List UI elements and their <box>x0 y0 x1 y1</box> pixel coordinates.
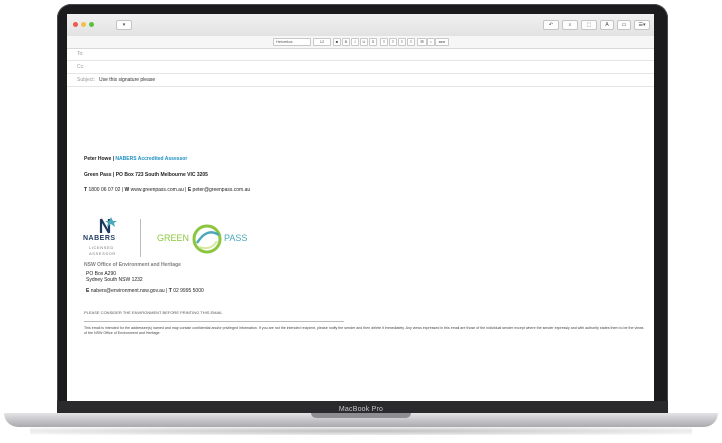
nsw-phone: 02 9995 5000 <box>173 288 204 294</box>
bold-button[interactable]: B <box>342 38 350 46</box>
zoom-window-button[interactable] <box>89 22 94 27</box>
signature-phone: 1800 06 07 02 <box>88 187 121 193</box>
logo-divider <box>140 219 141 257</box>
send-icon[interactable]: ▾ <box>116 20 132 30</box>
text-color-button[interactable]: ■ <box>333 38 341 46</box>
to-label: To: <box>77 51 84 57</box>
signature-web-link[interactable]: www.greenpass.com.au <box>131 187 184 193</box>
photo-browser-icon[interactable]: ▭ <box>617 20 631 30</box>
email-label: E <box>187 187 192 193</box>
window-toolbar: ▾ ↶ ⌕ ⬚ A ▭ ☰▾ <box>67 14 654 37</box>
more-menu-icon[interactable]: ☰▾ <box>634 20 650 30</box>
close-window-button[interactable] <box>73 22 78 27</box>
laptop-shadow <box>30 427 692 435</box>
minimize-window-button[interactable] <box>81 22 86 27</box>
reply-icon[interactable]: ↶ <box>543 20 559 30</box>
signature-contact-line: T 1800 06 07 02 | W www.greenpass.com.au… <box>84 187 251 193</box>
nabers-mark-icon <box>99 217 117 234</box>
nsw-phone-label: T <box>168 288 172 294</box>
nabers-logo: NABERS LICENSED ASSESSOR <box>83 215 131 261</box>
environment-note: PLEASE CONSIDER THE ENVIRONMENT BEFORE P… <box>84 310 223 315</box>
justify-button[interactable]: ≡ <box>407 38 415 46</box>
strikethrough-button[interactable]: S <box>369 38 377 46</box>
nsw-email-link[interactable]: nabers@environment.nsw.gov.au <box>91 288 165 294</box>
nabers-assessor: ASSESSOR <box>89 251 116 256</box>
nabers-licensed: LICENSED <box>89 245 114 250</box>
attach-icon[interactable]: ⌕ <box>562 20 578 30</box>
nsw-contact-line: E nabers@environment.nsw.gov.au | T 02 9… <box>86 288 204 294</box>
align-left-button[interactable]: ≡ <box>380 38 388 46</box>
greenpass-pass-text: PASS <box>224 233 248 243</box>
font-family-select[interactable]: Helvetica <box>273 38 311 46</box>
signature-address: PO Box 723 South Melbourne VIC 3205 <box>115 172 208 178</box>
web-label: W <box>124 187 130 193</box>
to-field[interactable]: To: <box>67 48 654 61</box>
nabers-word: NABERS <box>83 235 116 242</box>
underline-button[interactable]: U <box>360 38 368 46</box>
nsw-office: NSW Office of Environment and Heritage <box>84 262 181 268</box>
footer-divider <box>84 321 344 322</box>
laptop-brand-label: MacBook Pro <box>338 406 384 413</box>
signature-name-line: Peter Howe | NABERS Accredited Assessor <box>84 156 188 162</box>
nsw-email-label: E <box>86 288 90 294</box>
signature-org-line: Green Pass | PO Box 723 South Melbourne … <box>84 172 208 178</box>
indent-button[interactable]: ◂◂ ▸ <box>435 38 449 46</box>
subject-value[interactable]: Use this signature please <box>99 77 155 83</box>
mail-compose-window: ▾ ↶ ⌕ ⬚ A ▭ ☰▾ Helvetica 12 ■ B I U S ≡ … <box>67 14 654 401</box>
bullet-button[interactable]: • <box>427 38 435 46</box>
cc-field[interactable]: Cc: <box>67 61 654 74</box>
cc-label: Cc: <box>77 64 85 70</box>
header-fields-icon[interactable]: ⬚ <box>581 20 597 30</box>
format-text-icon[interactable]: A <box>600 20 614 30</box>
font-size-select[interactable]: 12 <box>313 38 331 46</box>
list-button[interactable]: ⊞ <box>417 38 427 46</box>
laptop-base-notch <box>311 413 411 418</box>
signature-role: NABERS Accredited Assessor <box>115 156 188 162</box>
italic-button[interactable]: I <box>351 38 359 46</box>
nsw-city: Sydney South NSW 1232 <box>86 277 143 283</box>
signature-org: Green Pass <box>84 172 112 178</box>
subject-field[interactable]: Subject: Use this signature please <box>67 74 654 87</box>
greenpass-swirl-icon <box>192 224 222 254</box>
greenpass-logo: GREEN PASS <box>155 223 255 255</box>
signature-email-link[interactable]: peter@greenpass.com.au <box>193 187 251 193</box>
email-disclaimer: This email is intended for the addressee… <box>84 326 644 335</box>
greenpass-green-text: GREEN <box>157 233 190 243</box>
align-center-button[interactable]: ≡ <box>389 38 397 46</box>
subject-label: Subject: <box>77 77 96 83</box>
signature-name: Peter Howe <box>84 156 112 162</box>
phone-label: T <box>84 187 88 193</box>
align-right-button[interactable]: ≡ <box>398 38 406 46</box>
